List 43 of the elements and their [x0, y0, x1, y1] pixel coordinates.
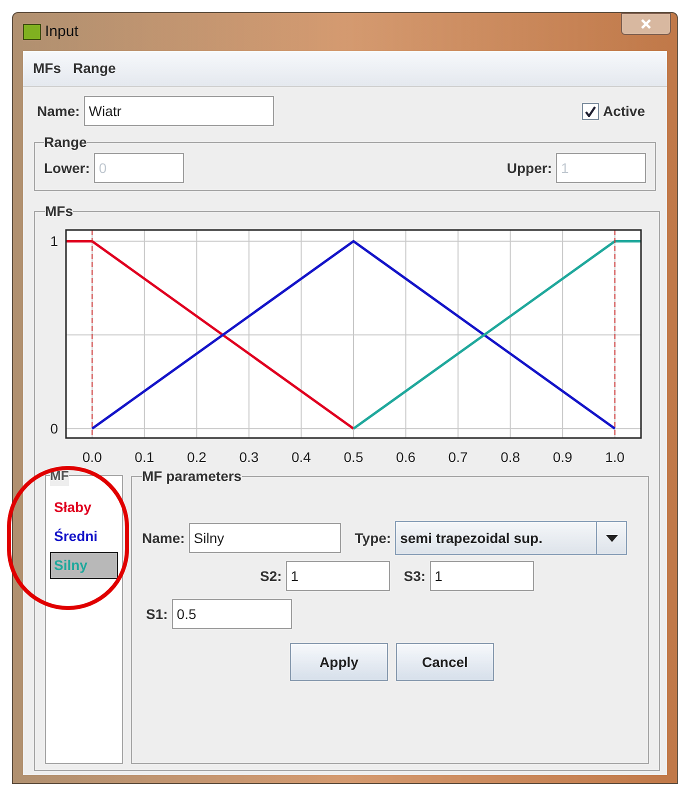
window-title: Input [45, 22, 78, 42]
field-label: S3: [404, 566, 426, 586]
x-tick-label: 0.0 [82, 449, 102, 465]
close-button[interactable] [621, 13, 671, 35]
text-field[interactable]: Wiatr [84, 96, 274, 126]
field-label: Name: [37, 102, 80, 120]
dropdown-value: semi trapezoidal sup. [399, 528, 544, 548]
x-tick-label: 0.2 [186, 449, 206, 465]
field-label: Type: [354, 528, 392, 548]
list-item[interactable]: Średni [50, 522, 118, 550]
menu-item[interactable]: Range [73, 58, 116, 79]
field-label: Lower: [44, 158, 90, 178]
x-tick-label: 0.1 [134, 449, 154, 465]
x-tick-label: 1.0 [605, 449, 625, 465]
type-dropdown[interactable]: semi trapezoidal sup. [395, 521, 628, 555]
field-label: Upper: [506, 158, 552, 178]
x-tick-label: 0.9 [552, 449, 572, 465]
list-item[interactable]: Słaby [50, 494, 118, 520]
text-field[interactable]: 0.5 [172, 599, 292, 629]
field-label: S2: [260, 566, 282, 586]
y-tick-label: 0 [50, 420, 58, 437]
checkbox-label: Active [602, 102, 645, 120]
field-label: S1: [146, 604, 168, 624]
field-label: Name: [142, 528, 185, 548]
app-logo-icon [23, 24, 41, 40]
x-tick-label: 0.7 [448, 449, 468, 465]
dialog-button[interactable]: Cancel [396, 643, 494, 681]
text-field[interactable]: 1 [430, 561, 534, 591]
group-title: MF parameters [142, 467, 242, 486]
text-field[interactable]: Silny [188, 523, 341, 553]
x-tick-label: 0.8 [500, 449, 520, 465]
close-icon [641, 19, 651, 29]
text-field[interactable]: 1 [286, 561, 390, 591]
y-tick-label: 1 [50, 233, 58, 250]
x-tick-label: 0.6 [396, 449, 416, 465]
group-title: MFs [45, 202, 73, 221]
group-title: Range [44, 133, 87, 152]
checkbox[interactable] [582, 102, 599, 120]
x-tick-label: 0.5 [344, 449, 364, 465]
x-tick-label: 0.3 [239, 449, 259, 465]
x-tick-label: 0.4 [292, 449, 311, 465]
dialog-button[interactable]: Apply [290, 643, 388, 681]
menu-item[interactable]: MFs [33, 58, 61, 79]
